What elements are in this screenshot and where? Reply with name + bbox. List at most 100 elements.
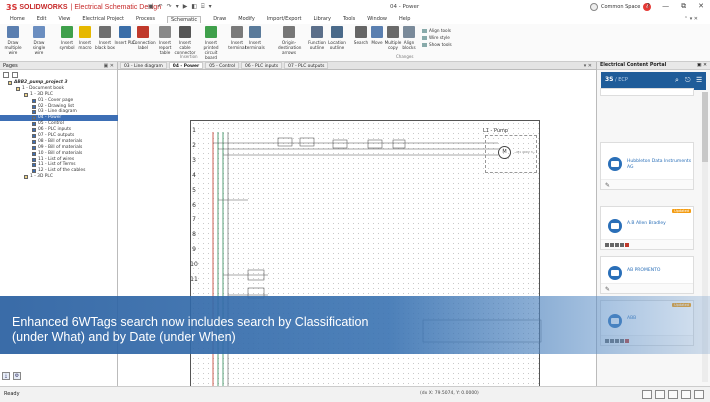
feature-banner: Enhanced 6WTags search now includes sear… [0, 296, 710, 354]
motor-block[interactable]: M −M1 400V 3~ [485, 135, 537, 173]
undo-icon[interactable]: ↶ [158, 3, 163, 11]
ribbon-button-label: Draw multiple wire [4, 40, 22, 55]
ribbon-button[interactable]: Insert printed circuit board [200, 26, 222, 60]
edit-icon[interactable]: ✎ [605, 286, 610, 293]
grid-toggle-icon[interactable] [642, 390, 652, 399]
minimize-button[interactable]: — [662, 2, 669, 11]
ribbon-button-label: Connection label [132, 40, 156, 50]
menu-item[interactable]: Schematic [166, 15, 202, 23]
dropdown-icon[interactable]: ▾ [176, 3, 179, 11]
ecp-panel-controls[interactable]: ▣ ✕ [697, 62, 707, 70]
menu-item[interactable]: Process [136, 16, 155, 22]
menu-item[interactable]: Modify [238, 16, 255, 22]
ribbon-button[interactable]: Function outline [306, 26, 328, 50]
ribbon-button[interactable]: Insert black box [94, 26, 116, 50]
ribbon-controls[interactable]: ⌃ ▾ ✕ [684, 16, 698, 22]
edit-icon[interactable]: ✎ [605, 182, 610, 189]
expand-icon[interactable] [3, 72, 9, 78]
play-icon[interactable]: ▶ [183, 3, 188, 11]
folder-icon [24, 175, 28, 180]
quick-access-icon[interactable]: ▣ [148, 3, 154, 11]
ribbon-button[interactable]: Origin-destination arrows [278, 26, 301, 55]
ortho-toggle-icon[interactable] [668, 390, 678, 399]
card-action-icon[interactable] [615, 243, 619, 247]
page-icon [32, 110, 36, 115]
ribbon-button[interactable]: Align blocks [398, 26, 420, 50]
collapse-icon[interactable] [12, 72, 18, 78]
redo-icon[interactable]: ↷ [167, 3, 172, 11]
banner-line-1: Enhanced 6WTags search now includes sear… [12, 315, 369, 329]
manufacturer-card[interactable] [600, 88, 694, 96]
ribbon-button[interactable]: Insert cable connector [174, 26, 196, 55]
ribbon-button[interactable]: Connection label [132, 26, 156, 50]
motor-text: −M1 400V 3~ [514, 150, 536, 154]
document-tab[interactable]: 06 - PLC inputs [241, 62, 283, 69]
menu-item[interactable]: Window [367, 16, 387, 22]
dropdown-icon[interactable]: ▾ [209, 3, 212, 11]
menu-item[interactable]: Home [10, 16, 25, 22]
layout-icon[interactable]: ◧ [191, 3, 197, 11]
ribbon-button-icon [403, 26, 415, 38]
card-action-icon[interactable] [620, 243, 624, 247]
component-view-icon[interactable]: ⚙ [13, 372, 21, 380]
card-action-icon[interactable] [610, 243, 614, 247]
document-tab[interactable]: 03 - Line diagram [120, 62, 167, 69]
breaker-symbols[interactable] [247, 137, 406, 299]
zoom-icon[interactable] [694, 390, 704, 399]
document-tab[interactable]: 04 - Power [168, 62, 204, 69]
manufacturer-card[interactable]: Hubbleton Data Instruments AG ✎ [600, 142, 694, 190]
card-action-icon[interactable] [625, 243, 629, 247]
ribbon-button[interactable]: Draw single wire [28, 26, 50, 55]
ribbon-button-icon [33, 26, 45, 38]
manufacturer-card[interactable]: AB PROMENTO ✎ [600, 256, 694, 294]
manufacturer-name: Hubbleton Data Instruments AG [627, 159, 692, 170]
pages-tree: ABB2_pump_project 31 - Document book 1 - … [0, 80, 118, 180]
menu-item[interactable]: View [58, 16, 70, 22]
grid-icon[interactable]: ⌸ [201, 3, 205, 11]
menu-item[interactable]: Draw [213, 16, 226, 22]
menu-item[interactable]: Edit [37, 16, 47, 22]
menu-item[interactable]: Library [313, 16, 330, 22]
snap-toggle-icon[interactable] [655, 390, 665, 399]
close-button[interactable]: ✕ [698, 2, 704, 11]
pages-bottom-toolbar: ⤓ ⚙ [2, 372, 21, 380]
ribbon-button-icon [61, 26, 73, 38]
ribbon-button[interactable]: Location outline [326, 26, 348, 50]
search-icon[interactable]: ⌕ [675, 76, 679, 85]
card-action-icon[interactable] [605, 243, 609, 247]
document-tab[interactable]: 07 - PLC outputs [284, 62, 329, 69]
menu-item[interactable]: Help [399, 16, 410, 22]
tree-item[interactable]: 1 - 3D PLC [0, 174, 118, 180]
ribbon-small-action[interactable]: Show tools [422, 42, 452, 47]
layer-toggle-icon[interactable] [681, 390, 691, 399]
ribbon-button[interactable]: Draw multiple wire [2, 26, 24, 55]
action-label: Show tools [429, 42, 452, 47]
document-view-icon[interactable]: ⤓ [2, 372, 10, 380]
page-icon [32, 122, 36, 127]
ribbon-button[interactable]: Insert report table [154, 26, 176, 55]
ribbon-group-label: Insertion [180, 54, 198, 59]
ribbon-button-label: Insert cable connector [174, 40, 196, 55]
scrollbar-thumb[interactable] [702, 92, 708, 162]
menu-item[interactable]: Tools [343, 16, 355, 22]
motor-symbol: M [498, 146, 511, 159]
ribbon-small-action[interactable]: Wire style [422, 35, 450, 40]
document-tabs-controls[interactable]: ▾ ✕ [584, 63, 592, 69]
menu-item[interactable]: Import/Export [267, 16, 302, 22]
ribbon-small-action[interactable]: Align tools [422, 28, 451, 33]
filter-icon[interactable]: ⎋ [685, 76, 691, 85]
document-tab[interactable]: 05 - Control [205, 62, 240, 69]
menu-item[interactable]: Electrical Project [82, 16, 124, 22]
restore-button[interactable]: ⧉ [681, 2, 686, 11]
action-label: Wire style [429, 35, 450, 40]
manufacturer-card[interactable]: A.B Allen Bradley Updated [600, 206, 694, 250]
user-box[interactable]: Common Space 4 [590, 3, 652, 11]
ribbon-button[interactable]: Insert macro [74, 26, 96, 50]
ribbon-button[interactable]: Insert terminals [244, 26, 266, 50]
ribbon-button-icon [79, 26, 91, 38]
menu-icon[interactable]: ☰ [696, 76, 702, 84]
manufacturer-logo-icon [608, 219, 622, 233]
help-icon[interactable]: ? [646, 2, 650, 11]
pages-panel-controls[interactable]: ▣ ✕ [103, 62, 114, 70]
ribbon-button-label: Insert black box [94, 40, 115, 50]
